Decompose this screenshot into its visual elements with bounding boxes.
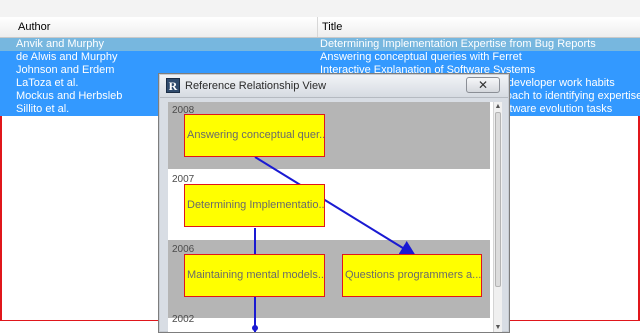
reference-node[interactable]: Questions programmers a... (342, 254, 482, 297)
author-cell: de Alwis and Murphy (16, 51, 118, 63)
scroll-thumb[interactable] (495, 112, 501, 287)
title-cell: Determining Implementation Expertise fro… (320, 38, 596, 50)
window-title: Reference Relationship View (185, 80, 327, 92)
table-header: Author Title (0, 17, 640, 38)
reference-node[interactable]: Maintaining mental models... (184, 254, 325, 297)
reference-node[interactable]: Answering conceptual quer... (184, 114, 325, 157)
reference-node[interactable]: Determining Implementatio... (184, 184, 325, 227)
relationship-canvas[interactable]: 2008 2007 2006 2002 Answering conceptual… (168, 102, 502, 332)
edge-endpoint (252, 325, 258, 331)
author-cell: Anvik and Murphy (16, 38, 105, 50)
table-row[interactable]: de Alwis and Murphy Answering conceptual… (0, 51, 640, 64)
title-column-header[interactable]: Title (318, 17, 640, 37)
vertical-scrollbar[interactable]: ▲ ▼ (493, 102, 502, 332)
app-logo-icon: R (166, 78, 180, 93)
table-row[interactable]: Anvik and Murphy Determining Implementat… (0, 38, 640, 51)
scroll-up-arrow-icon[interactable]: ▲ (494, 102, 502, 111)
top-strip (0, 0, 640, 17)
scroll-down-arrow-icon[interactable]: ▼ (494, 323, 502, 332)
reference-relationship-window[interactable]: R Reference Relationship View ✕ 2008 200… (158, 73, 510, 333)
title-cell: Answering conceptual queries with Ferret (320, 51, 522, 63)
close-button[interactable]: ✕ (466, 77, 500, 93)
window-titlebar[interactable]: R Reference Relationship View ✕ (160, 75, 508, 98)
author-column-header[interactable]: Author (14, 17, 318, 37)
